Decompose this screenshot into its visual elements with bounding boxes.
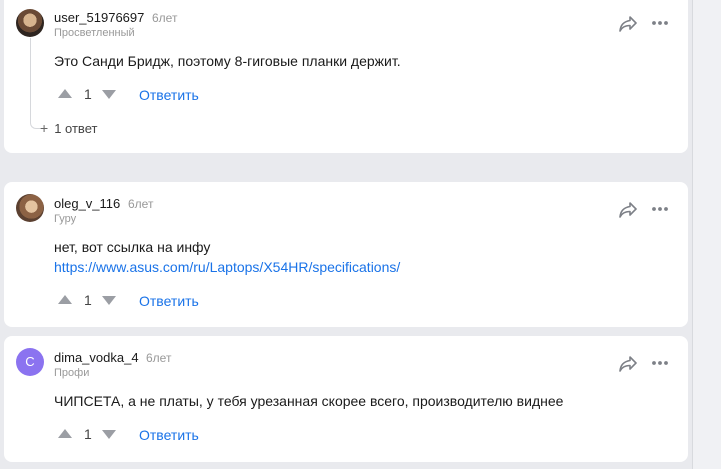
vote-down-icon[interactable] (102, 296, 116, 305)
vote-up-icon[interactable] (58, 295, 72, 304)
replies-count: 1 ответ (54, 121, 98, 136)
avatar[interactable]: C (16, 348, 44, 376)
thread-line (30, 38, 31, 118)
vote-score: 1 (84, 86, 92, 102)
comment-text: Это Санди Бридж, поэтому 8-гиговые планк… (54, 53, 401, 69)
avatar[interactable] (16, 9, 44, 37)
user-rank: Просветленный (54, 27, 135, 39)
username[interactable]: oleg_v_116 (54, 196, 120, 211)
more-icon[interactable] (651, 360, 669, 366)
username[interactable]: user_51976697 (54, 10, 144, 25)
comment-card-3: C dima_vodka_4 6лет Профи ЧИПСЕТА, а не … (4, 336, 688, 462)
vote-score: 1 (84, 292, 92, 308)
vote-down-icon[interactable] (102, 430, 116, 439)
vote-down-icon[interactable] (102, 90, 116, 99)
avatar[interactable] (16, 194, 44, 222)
vote-up-icon[interactable] (58, 89, 72, 98)
reply-button[interactable]: Ответить (139, 427, 199, 443)
comment-text: ЧИПСЕТА, а не платы, у тебя урезанная ск… (54, 393, 564, 409)
comment-text: нет, вот ссылка на инфу (54, 239, 211, 255)
comment-age: 6лет (152, 11, 178, 25)
share-icon[interactable] (618, 15, 638, 33)
comment-card-2: oleg_v_116 6лет Гуру нет, вот ссылка на … (4, 182, 688, 327)
more-icon[interactable] (651, 206, 669, 212)
comment-card-1: user_51976697 6лет Просветленный Это Сан… (4, 0, 688, 153)
user-rank: Гуру (54, 213, 77, 225)
show-replies-button[interactable]: +1 ответ (40, 120, 97, 136)
plus-icon: + (40, 120, 49, 136)
share-icon[interactable] (618, 355, 638, 373)
spec-link[interactable]: https://www.asus.com/ru/Laptops/X54HR/sp… (54, 259, 400, 275)
share-icon[interactable] (618, 201, 638, 219)
username[interactable]: dima_vodka_4 (54, 350, 139, 365)
comment-age: 6лет (128, 197, 154, 211)
reply-button[interactable]: Ответить (139, 293, 199, 309)
scroll-area (692, 0, 721, 469)
more-icon[interactable] (651, 20, 669, 26)
vote-score: 1 (84, 426, 92, 442)
reply-button[interactable]: Ответить (139, 87, 199, 103)
comment-age: 6лет (146, 351, 172, 365)
vote-up-icon[interactable] (58, 429, 72, 438)
user-rank: Профи (54, 367, 90, 379)
